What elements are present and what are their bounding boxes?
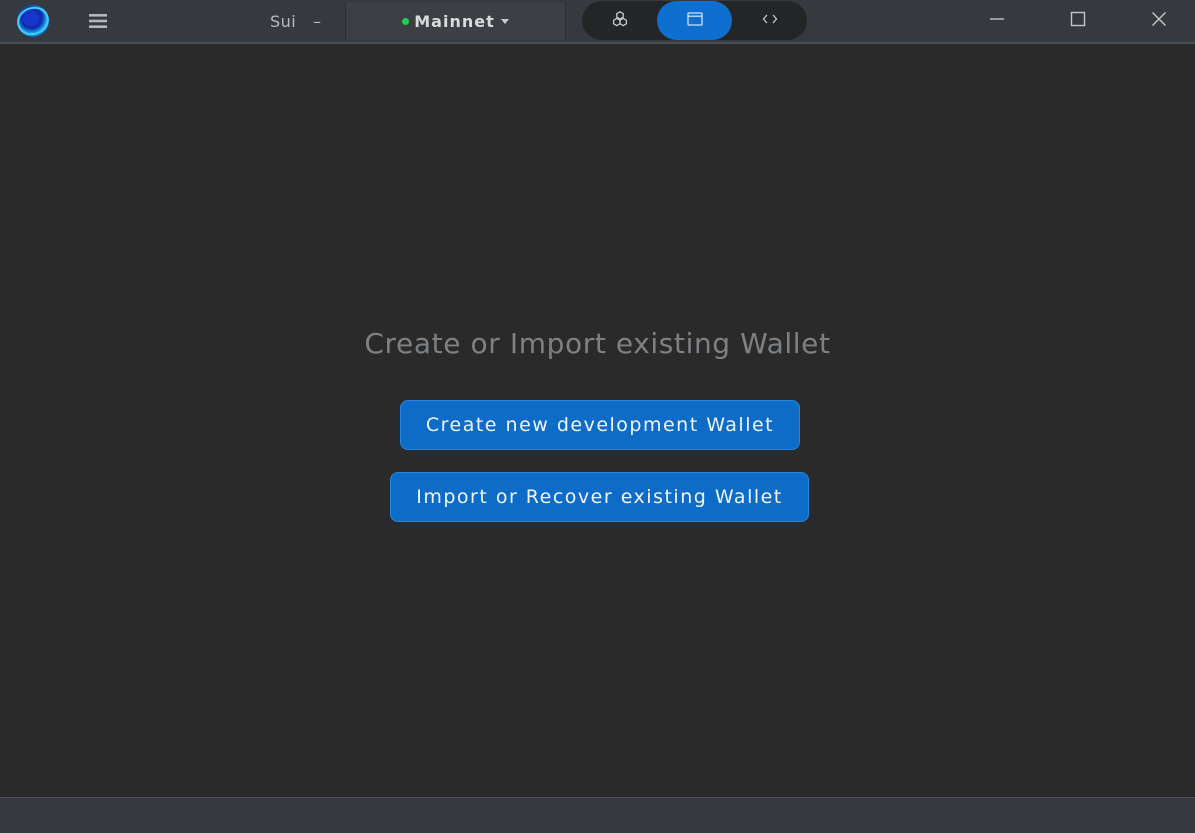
app-logo-icon[interactable] [16, 4, 50, 38]
maximize-button[interactable] [1048, 0, 1108, 42]
close-button[interactable] [1129, 0, 1189, 42]
chain-separator: – [313, 11, 321, 31]
maximize-icon [1070, 11, 1086, 31]
title-bar: Sui – Mainnet [0, 0, 1195, 44]
code-icon [761, 11, 779, 31]
page-title: Create or Import existing Wallet [364, 327, 831, 360]
network-name: Mainnet [414, 11, 495, 31]
view-mode-packages-button[interactable] [582, 1, 657, 40]
import-wallet-button[interactable]: Import or Recover existing Wallet [390, 472, 809, 522]
close-icon [1151, 11, 1167, 31]
packages-icon [611, 10, 629, 32]
minimize-icon [989, 11, 1005, 31]
network-status-dot [402, 17, 410, 25]
create-wallet-button[interactable]: Create new development Wallet [400, 400, 800, 450]
app-window: Sui – Mainnet Create or Import existing … [0, 0, 1195, 833]
window-icon [686, 11, 704, 31]
chain-label[interactable]: Sui [270, 0, 296, 42]
main-content: Create or Import existing Wallet Create … [0, 44, 1195, 797]
chevron-down-icon [500, 18, 509, 24]
view-mode-code-button[interactable] [732, 1, 807, 40]
view-mode-window-button[interactable] [657, 1, 732, 40]
view-mode-toggle [582, 1, 807, 40]
minimize-button[interactable] [967, 0, 1027, 42]
hamburger-menu-icon[interactable] [84, 7, 112, 35]
status-bar [0, 797, 1195, 833]
network-selector[interactable]: Mainnet [345, 2, 566, 40]
